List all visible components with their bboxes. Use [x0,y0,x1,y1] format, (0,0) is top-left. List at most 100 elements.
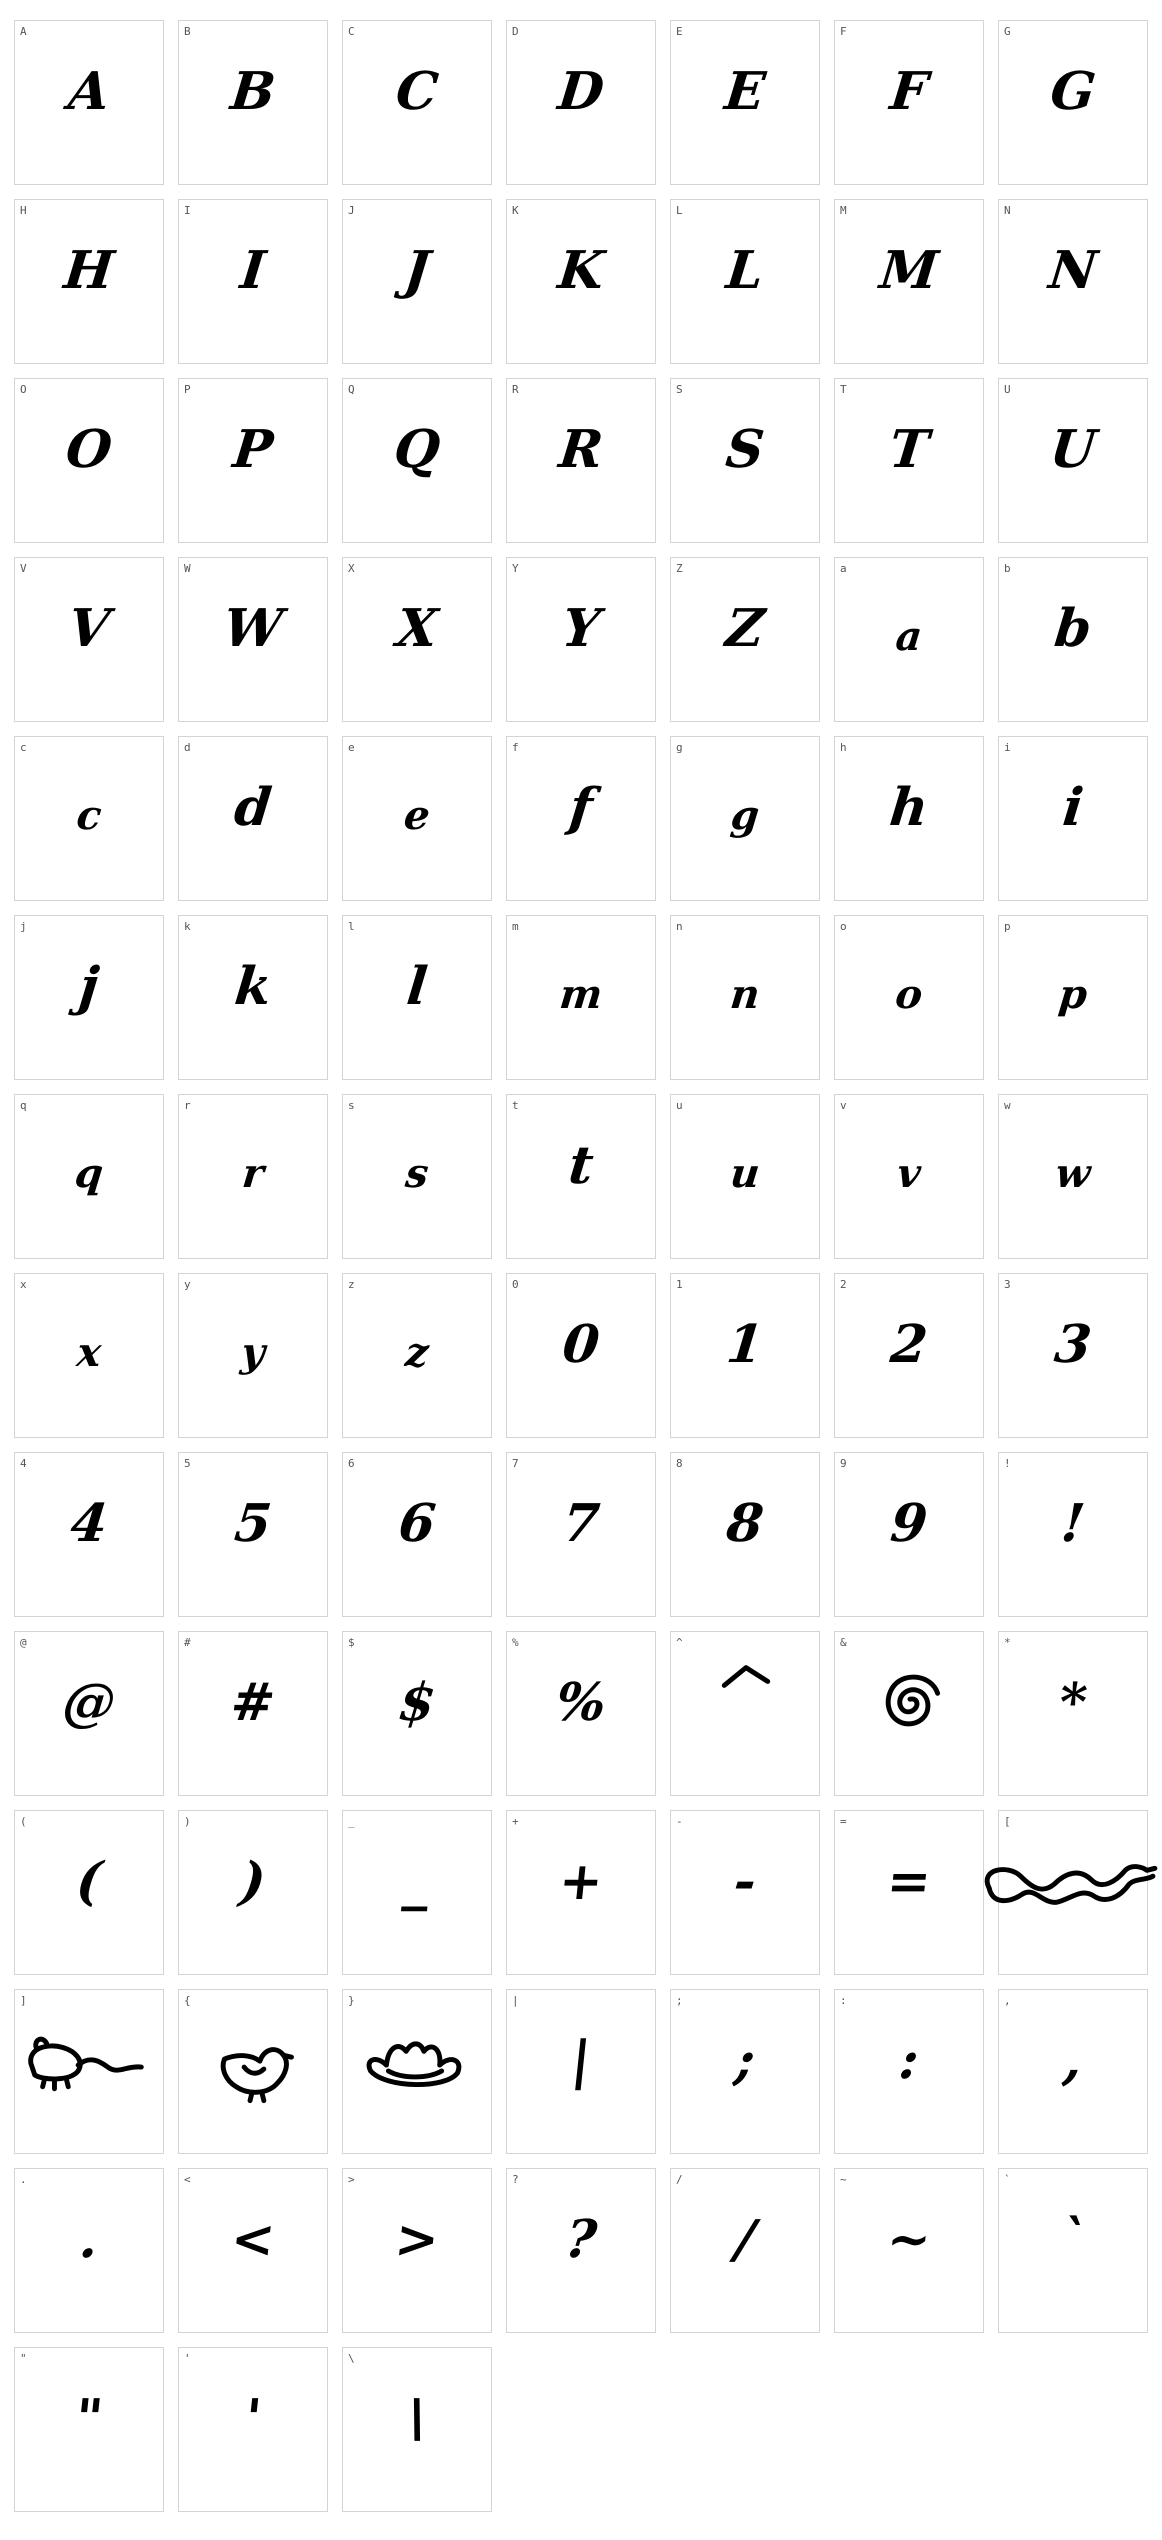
glyph-sample: k [231,956,275,1017]
glyph-cell-semicolon: ;; [670,1989,820,2154]
glyph-cell-lower-b: bb [998,557,1148,722]
glyph-cell-label: ` [1004,2173,1011,2186]
glyph-sample: # [228,1672,279,1733]
glyph-sample: : [896,2030,922,2091]
glyph-cell-upper-b: BB [178,20,328,185]
glyph-sample: 1 [723,1314,767,1375]
glyph-cell-digit-2: 22 [834,1273,984,1438]
glyph-sample: . [76,2209,102,2270]
glyph-sample: \ [404,2388,430,2449]
glyph-cell-label: M [840,204,847,217]
glyph-cell-label: ~ [840,2173,847,2186]
glyph-cell-label: 0 [512,1278,519,1291]
glyph-cell-upper-c: CC [342,20,492,185]
glyph-cell-digit-6: 66 [342,1452,492,1617]
glyph-sample: i [1059,777,1087,838]
glyph-cell-underscore: _ _ [342,1810,492,1975]
glyph-sample: U [1047,419,1099,480]
glyph-cell-digit-1: 11 [670,1273,820,1438]
glyph-sample: @ [59,1672,119,1733]
glyph-sample: $ [395,1672,439,1733]
glyph-cell-backslash: \ \ [342,2347,492,2512]
glyph-sample: F [887,61,931,122]
glyph-sample: y [238,1329,268,1376]
glyph-sample: - [731,1851,760,1912]
glyph-cell-upper-e: EE [670,20,820,185]
glyph-sample: I [237,240,269,301]
glyph-cell-lower-v: vv [834,1094,984,1259]
snake-icon [984,1864,1158,1905]
glyph-sample: V [65,598,113,659]
glyph-cell-label: H [20,204,27,217]
glyph-cell-upper-o: OO [14,378,164,543]
glyph-cell-label: g [676,741,683,754]
glyph-sample: o [893,971,925,1018]
glyph-cell-label: K [512,204,519,217]
glyph-cell-lower-w: ww [998,1094,1148,1259]
glyph-sample: S [723,419,768,480]
glyph-sample: ( [73,1851,105,1912]
glyph-cell-label: / [676,2173,683,2186]
glyph-sample: ? [562,2209,600,2270]
glyph-cell-label: I [184,204,191,217]
glyph-cell-lower-n: nn [670,915,820,1080]
glyph-cell-label: q [20,1099,27,1112]
glyph-cell-label: a [840,562,847,575]
glyph-cell-label: " [20,2352,27,2365]
glyph-cell-label: * [1004,1636,1011,1649]
glyph-sample: " [72,2388,106,2449]
glyph-cell-label: n [676,920,683,933]
glyph-sample: 0 [559,1314,603,1375]
glyph-cell-lower-a: aa [834,557,984,722]
glyph-cell-upper-w: WW [178,557,328,722]
glyph-sample: Z [722,598,768,659]
glyph-cell-label: r [184,1099,191,1112]
glyph-cell-lower-m: mm [506,915,656,1080]
glyph-sample: v [894,1150,924,1197]
glyph-cell-label: E [676,25,683,38]
glyph-cell-upper-i: II [178,199,328,364]
glyph-sample: r [240,1150,267,1197]
glyph-sample: s [403,1150,431,1197]
glyph-cell-label: e [348,741,355,754]
glyph-cell-label: O [20,383,27,396]
glyph-sample: x [74,1329,104,1376]
glyph-cell-label: Z [676,562,683,575]
glyph-cell-lower-e: ee [342,736,492,901]
glyph-cell-label: t [512,1099,519,1112]
glyph-cell-label: 6 [348,1457,355,1470]
glyph-cell-double-quote: " " [14,2347,164,2512]
glyph-cell-bracket-close: ] [14,1989,164,2154]
glyph-cell-brace-open: { [178,1989,328,2154]
glyph-cell-label: V [20,562,27,575]
glyph-cell-upper-m: MM [834,199,984,364]
glyph-cell-label: U [1004,383,1011,396]
glyph-sample: O [63,419,115,480]
glyph-cell-label: ) [184,1815,191,1828]
glyph-sample: t [565,1135,597,1196]
glyph-sample: W [220,598,286,659]
glyph-sample: q [72,1150,106,1197]
glyph-cell-brace-close: } [342,1989,492,2154]
glyph-cell-label: f [512,741,519,754]
glyph-sample: M [877,240,942,301]
glyph-cell-lower-x: xx [14,1273,164,1438]
glyph-cell-label: v [840,1099,847,1112]
glyph-cell-percent: %% [506,1631,656,1796]
glyph-cell-upper-s: SS [670,378,820,543]
glyph-cell-digit-9: 99 [834,1452,984,1617]
glyph-sample: > [392,2209,443,2270]
glyph-cell-label: ! [1004,1457,1011,1470]
glyph-sample: ` [1056,2209,1090,2270]
glyph-cell-digit-5: 55 [178,1452,328,1617]
glyph-cell-upper-u: UU [998,378,1148,543]
glyph-sample: L [723,240,767,301]
glyph-cell-less-than: < < [178,2168,328,2333]
glyph-sample: 4 [67,1493,111,1554]
glyph-cell-label: m [512,920,519,933]
glyph-cell-label: S [676,383,683,396]
glyph-cell-lower-i: ii [998,736,1148,901]
glyph-cell-slash: / / [670,2168,820,2333]
glyph-cell-backtick: ` ` [998,2168,1148,2333]
glyph-sample: l [403,956,431,1017]
